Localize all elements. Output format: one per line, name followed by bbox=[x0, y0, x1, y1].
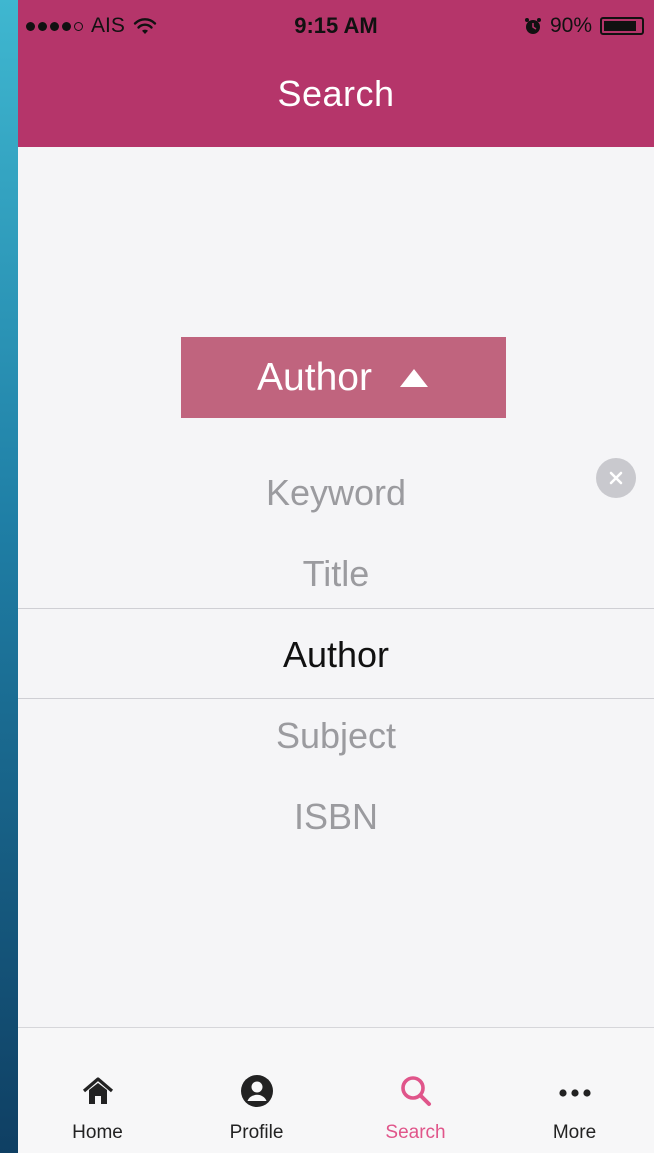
picker-option-subject[interactable]: Subject bbox=[18, 695, 654, 776]
picker-option-isbn[interactable]: ISBN bbox=[18, 776, 654, 857]
tab-more[interactable]: More bbox=[495, 1028, 654, 1153]
caret-up-icon bbox=[399, 368, 428, 387]
alarm-icon bbox=[524, 18, 541, 34]
tab-home[interactable]: Home bbox=[18, 1028, 177, 1153]
more-icon bbox=[558, 1089, 591, 1097]
tab-profile[interactable]: Profile bbox=[177, 1028, 336, 1153]
home-icon bbox=[82, 1077, 113, 1104]
tab-search[interactable]: Search bbox=[336, 1028, 495, 1153]
picker-option-title[interactable]: Title bbox=[18, 533, 654, 614]
dropdown-selected-label: Author bbox=[257, 355, 372, 399]
tab-search-label: Search bbox=[385, 1122, 446, 1143]
tab-profile-label: Profile bbox=[229, 1122, 284, 1143]
profile-icon bbox=[240, 1075, 273, 1107]
tab-more-label: More bbox=[552, 1122, 597, 1143]
search-type-dropdown[interactable]: Author bbox=[181, 337, 506, 418]
battery-percent: 90% bbox=[549, 14, 592, 37]
search-type-picker[interactable]: Keyword Title Author Subject ISBN bbox=[18, 452, 654, 857]
tab-home-label: Home bbox=[72, 1122, 123, 1143]
picker-selection-line-top bbox=[18, 608, 654, 609]
picker-option-keyword[interactable]: Keyword bbox=[18, 452, 654, 533]
battery-fill bbox=[604, 21, 637, 31]
picker-selection-line-bottom bbox=[18, 698, 654, 699]
status-right: 90% bbox=[524, 0, 644, 52]
navigation-bar: Search bbox=[18, 52, 654, 147]
phone-screen: AIS 9:15 AM 90% Search Author Keyword Ti… bbox=[18, 0, 654, 1153]
search-content: Author Keyword Title Author Subject ISBN bbox=[18, 147, 654, 1027]
picker-option-author[interactable]: Author bbox=[18, 614, 654, 695]
search-icon bbox=[400, 1076, 431, 1106]
status-bar: AIS 9:15 AM 90% bbox=[18, 0, 654, 52]
battery-icon bbox=[600, 17, 644, 35]
page-title: Search bbox=[277, 73, 395, 114]
tab-bar: Home Profile Search More bbox=[18, 1027, 654, 1153]
